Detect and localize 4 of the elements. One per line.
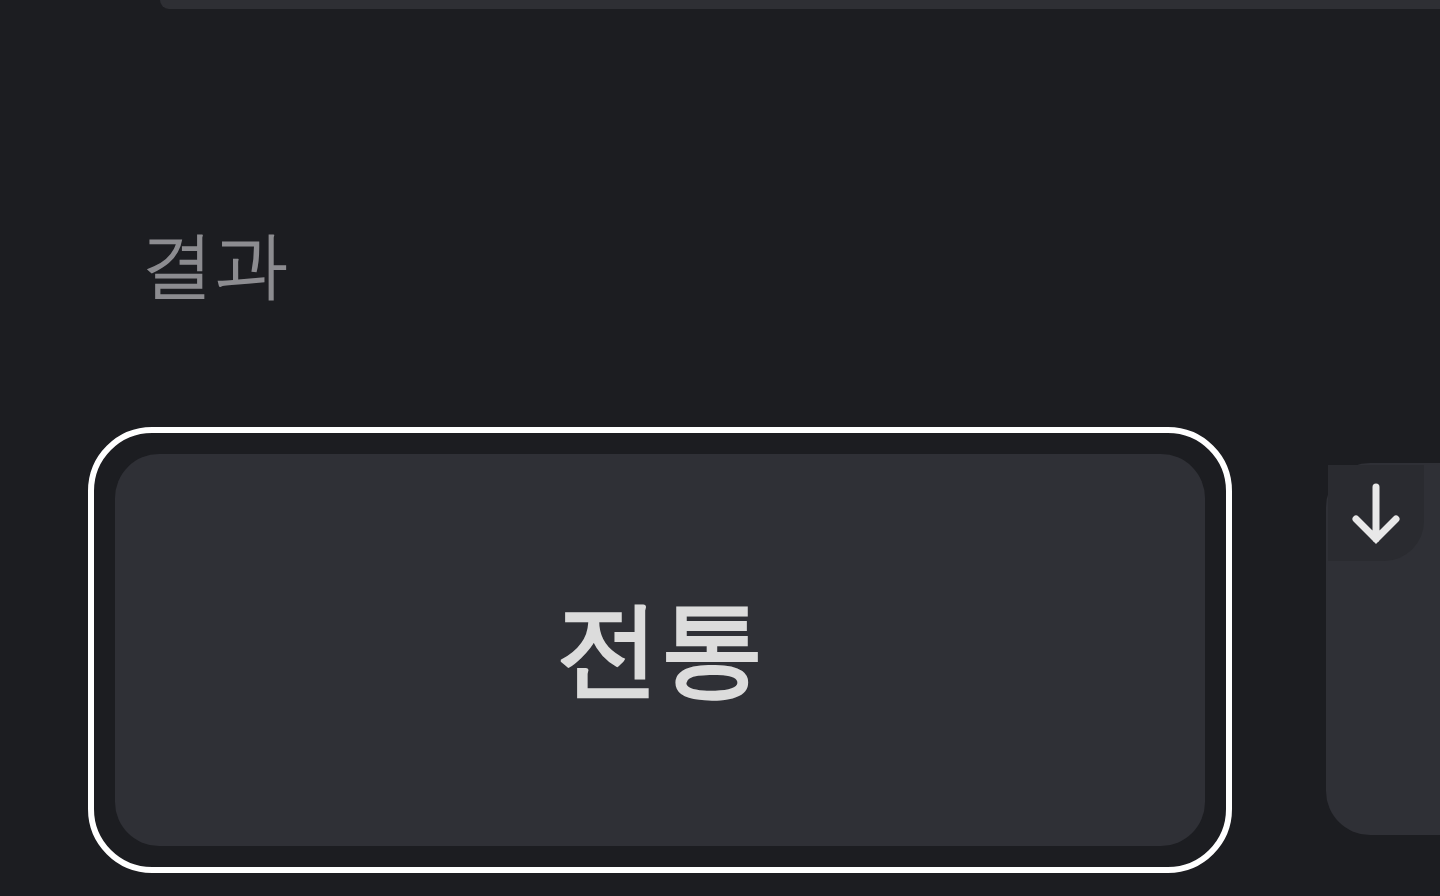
style-card[interactable]: 전통: [115, 454, 1205, 846]
download-button[interactable]: [1328, 465, 1424, 561]
section-label: 결과: [140, 220, 289, 309]
card-label: 전통: [556, 590, 764, 708]
